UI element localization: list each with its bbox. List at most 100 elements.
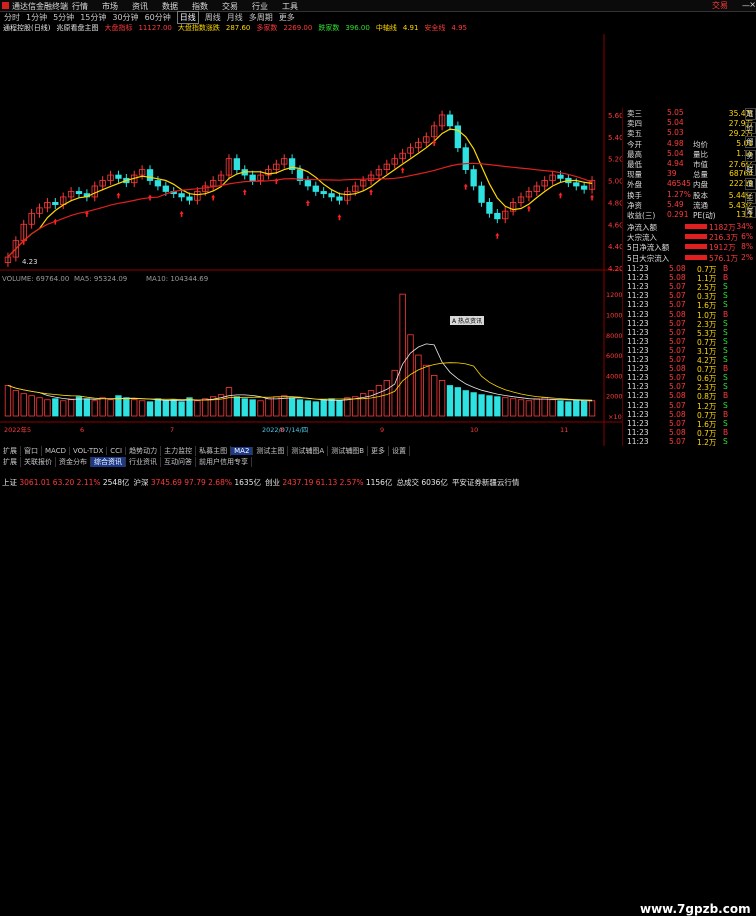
quote-value: 5.49 [667,199,684,209]
volume-bar [423,364,430,417]
tick-side: B [723,273,729,283]
quote-row: 卖三 5.05 35.4万 [627,108,755,118]
bottom-tab[interactable]: 扩展 [0,446,21,456]
kline-chart[interactable]: 5.60 5.40 5.20 5.00 4.80 4.60 4.40 4.20 12000 100… [0,34,622,446]
news-ticker[interactable]: 平安证券新疆云行情 [452,477,520,487]
bottom-tab[interactable]: 前用户信用专享 [196,457,252,467]
buy-signal-arrow [400,167,405,174]
volume-bar [60,400,67,417]
volume-bar [257,400,264,417]
candle-body [462,147,469,170]
side-tab[interactable]: 细 [744,136,756,148]
volume-bar [478,394,485,417]
period-tab[interactable]: 60分钟 [145,12,171,23]
bottom-tab[interactable]: 综合资讯 [91,457,126,467]
menu-item[interactable]: 工具 [282,1,298,12]
volume-tick: 4000 [606,372,622,380]
flow-row: 5日净流入额 1912万 8% [627,242,755,252]
tick-time: 11:23 [627,345,649,355]
buy-signal-arrow [148,194,153,201]
side-tab[interactable]: 联 [744,164,756,176]
side-tab[interactable]: 主 [744,192,756,204]
period-tab[interactable]: 周线 [205,12,221,23]
volume-bar [588,400,596,417]
bottom-tab[interactable]: 扩展 [0,457,21,467]
bottom-tab[interactable]: VOL-TDX [70,447,108,455]
menu-item[interactable]: 行业 [252,1,268,12]
side-tab[interactable]: 值 [744,178,756,190]
bottom-tab[interactable]: 资金分布 [56,457,91,467]
volume-bar [296,399,304,417]
flow-bar [685,224,707,229]
menu-item[interactable]: 市场 [102,1,118,12]
period-tab[interactable]: 1分钟 [26,12,47,23]
tick-price: 5.07 [669,355,686,364]
tick-price: 5.07 [669,382,686,392]
bottom-tab[interactable]: 行业资讯 [126,457,161,467]
volume-bar [557,400,564,417]
period-tab[interactable]: 30分钟 [112,12,138,23]
volume-bar [146,401,154,417]
bottom-tab[interactable]: 主力监控 [161,446,197,456]
bottom-tab[interactable]: CCI [107,447,127,455]
volume-bar [541,397,548,417]
bottom-tab[interactable]: 关联报价 [21,457,56,467]
volume-bar [225,387,233,417]
tick-price: 5.07 [669,291,686,301]
bottom-tab[interactable]: 测试辅图B [328,446,369,456]
period-tab[interactable]: 月线 [227,12,243,23]
volume-bar [288,397,296,417]
volume-bar [91,400,98,417]
bottom-tab[interactable]: 私募主图 [196,446,232,456]
date-tick: 9 [380,426,384,434]
price-tick: 5.20 [608,156,622,164]
menu-item[interactable]: 资讯 [132,1,148,12]
index-quote[interactable]: 创业 2437.19 61.13 2.57% 1156亿 [265,477,392,487]
volume-bar [273,396,280,417]
period-tab[interactable]: 分时 [4,12,20,23]
bottom-tab[interactable]: 更多 [368,446,390,456]
menu-item[interactable]: 交易 [222,1,238,12]
quote-row: 今开 4.98 均价 5.01 [627,139,755,149]
volume-bar [470,392,477,417]
status-area: 扩展 窗口 MACD VOL-TDX CCI 趋势动力 主力监控 私募主图 MA2 测试主图 测试辅… [0,446,756,916]
bottom-tab[interactable]: MA2 [231,447,254,455]
bottom-tab[interactable]: 设置 [389,446,411,456]
period-tab[interactable]: 更多 [279,12,295,23]
index-quote[interactable]: 沪深 3745.69 97.79 2.68% 1635亿 [133,477,260,487]
period-tab[interactable]: 15分钟 [80,12,106,23]
period-tab[interactable]: 多周期 [249,12,273,23]
hot-news-tooltip[interactable]: A 热点资讯 [450,316,485,325]
trade-button[interactable]: 交易 [712,0,728,11]
indicator-label: 中轴线 [375,24,397,32]
side-tab[interactable]: 势 [744,150,756,162]
volume-bar [194,400,201,417]
menu-item[interactable]: 数据 [162,1,178,12]
index-quote[interactable]: 上证 3061.01 63.20 2.11% 2548亿 [2,477,129,487]
tick-time: 11:23 [627,382,649,392]
buy-signal-arrow [242,189,247,196]
buy-signal-arrow [369,189,374,196]
menu-item[interactable]: 行情 [72,1,88,12]
bottom-tab[interactable]: 测试辅图A [288,446,329,456]
indicator-value: 287.60 [225,24,251,32]
date-tick: 8 [280,426,284,434]
close-icon[interactable]: × [749,0,756,9]
quote-value: 5.03 [667,128,684,138]
volume-bar [320,399,327,417]
side-tab[interactable]: 筹 [744,206,756,218]
tick-side: S [723,282,728,292]
bottom-tab[interactable]: 趋势动力 [126,446,162,456]
side-tab[interactable]: 价 [744,122,756,134]
ma10-label: MA10: 104344.69 [146,275,209,283]
bottom-tab[interactable]: MACD [42,447,70,455]
period-tab[interactable]: 5分钟 [53,12,74,23]
bottom-tab[interactable]: 窗口 [21,446,42,456]
volume-bar [36,397,43,417]
flow-key: 5日大宗流入 [627,253,670,263]
bottom-tab[interactable]: 测试主图 [253,446,289,456]
volume-bar [580,400,588,417]
side-tab[interactable]: 笔 [744,108,756,120]
bottom-tab[interactable]: 互动问答 [161,457,196,467]
flow-row: 大宗流入 216.3万 6% [627,232,755,242]
